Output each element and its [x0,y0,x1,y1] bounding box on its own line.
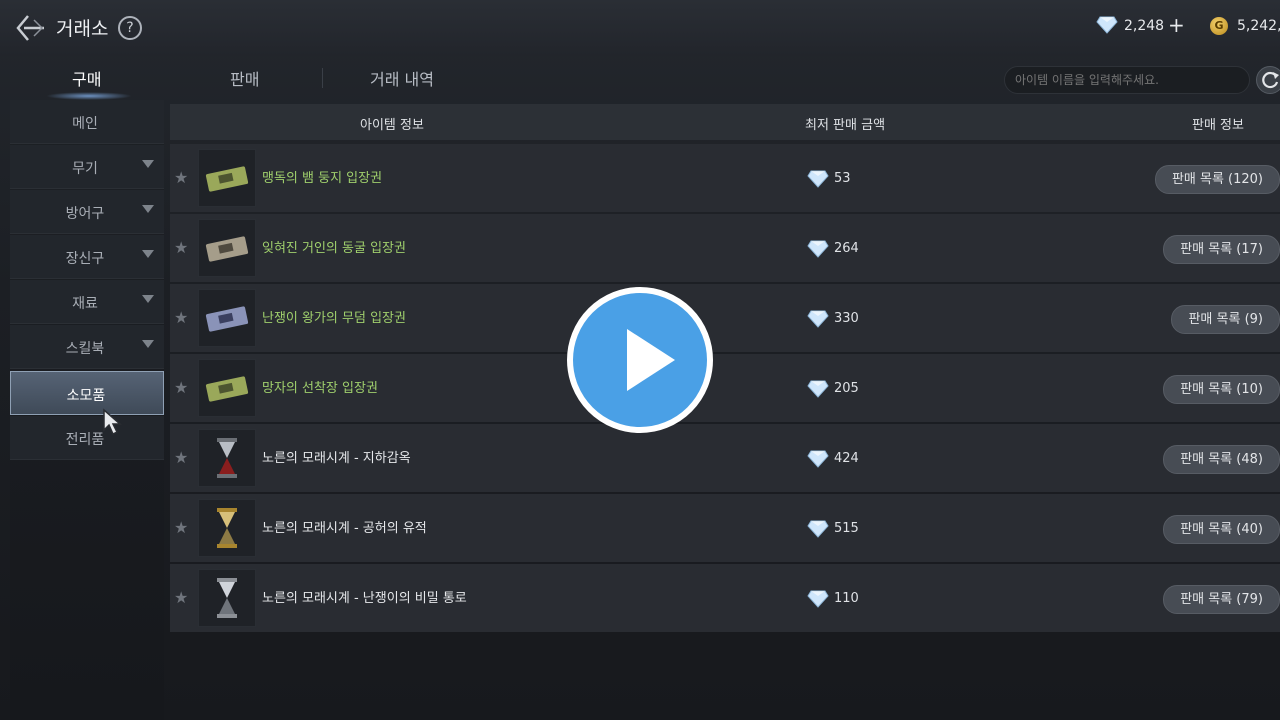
help-icon[interactable]: ? [118,16,142,40]
mouse-cursor-icon [103,408,122,436]
ticket-icon [198,149,256,207]
diamond-icon [807,450,829,468]
favorite-star-icon[interactable]: ★ [174,238,188,257]
item-name: 노른의 모래시계 - 공허의 유적 [262,521,427,536]
favorite-star-icon[interactable]: ★ [174,378,188,397]
item-price: 264 [834,241,859,256]
table-row[interactable]: ★ 노른의 모래시계 - 난쟁이의 비밀 통로 110 판매 목록 (79) [170,564,1280,632]
sidebar-item-label: 재료 [72,296,98,312]
active-tab-indicator [46,92,132,100]
sidebar-item-label: 소모품 [66,388,106,404]
refresh-icon [1262,71,1279,89]
column-header-price: 최저 판매 금액 [805,118,886,133]
sale-list-button[interactable]: 판매 목록 (10) [1163,375,1280,404]
diamond-icon [807,590,829,608]
sale-list-button[interactable]: 판매 목록 (9) [1171,305,1280,334]
sidebar-item-label: 방어구 [65,206,105,222]
hourglass-icon [198,429,256,487]
diamond-amount: 2,248 [1124,18,1165,34]
sidebar-item-consumables[interactable]: 소모품 [10,371,164,415]
tab-history[interactable]: 거래 내역 [370,66,434,90]
favorite-star-icon[interactable]: ★ [174,308,188,327]
item-price: 424 [834,451,859,466]
sidebar-item-main[interactable]: 메인 [10,100,164,144]
tab-buy[interactable]: 구매 [72,66,101,90]
table-row[interactable]: ★ 노른의 모래시계 - 공허의 유적 515 판매 목록 (40) [170,494,1280,562]
table-row[interactable]: ★ 잊혀진 거인의 동굴 입장권 264 판매 목록 (17) [170,214,1280,282]
diamond-icon [807,170,829,188]
table-header: 아이템 정보 최저 판매 금액 판매 정보 [170,104,1280,140]
gold-coin-icon: G [1210,17,1228,35]
item-price: 515 [834,521,859,536]
top-bar: 거래소 ? 2,248 + G 5,242,7 [0,0,1280,56]
chevron-down-icon [142,295,154,303]
diamond-icon [1096,16,1118,34]
sale-list-button[interactable]: 판매 목록 (79) [1163,585,1280,614]
item-name: 맹독의 뱀 둥지 입장권 [262,171,383,186]
item-name: 노른의 모래시계 - 지하감옥 [262,451,411,466]
diamond-icon [807,240,829,258]
sale-list-button[interactable]: 판매 목록 (48) [1163,445,1280,474]
sale-list-button[interactable]: 판매 목록 (40) [1163,515,1280,544]
ticket-icon [198,289,256,347]
favorite-star-icon[interactable]: ★ [174,588,188,607]
favorite-star-icon[interactable]: ★ [174,448,188,467]
column-header-item: 아이템 정보 [360,118,424,133]
tab-sell[interactable]: 판매 [230,66,259,90]
sidebar-item-label: 무기 [72,161,98,177]
table-row[interactable]: ★ 노른의 모래시계 - 지하감옥 424 판매 목록 (48) [170,424,1280,492]
item-name: 난쟁이 왕가의 무덤 입장권 [262,311,406,326]
chevron-down-icon [142,250,154,258]
sidebar-item-label: 메인 [72,116,98,132]
sidebar-item-accessories[interactable]: 장신구 [10,235,164,279]
sidebar-item-label: 장신구 [65,251,105,267]
sidebar-item-skillbooks[interactable]: 스킬북 [10,325,164,369]
chevron-down-icon [142,205,154,213]
ticket-icon [198,359,256,417]
sidebar-item-trophies[interactable]: 전리품 [10,416,164,460]
favorite-star-icon[interactable]: ★ [174,518,188,537]
table-row[interactable]: ★ 망자의 선착장 입장권 205 판매 목록 (10) [170,354,1280,422]
tab-divider [322,68,323,88]
sidebar-item-label: 전리품 [65,432,105,448]
play-button[interactable] [567,287,713,433]
hourglass-icon [198,569,256,627]
chevron-down-icon [142,160,154,168]
back-arrow-icon[interactable] [14,12,48,44]
item-price: 53 [834,171,851,186]
item-price: 110 [834,591,859,606]
hourglass-icon [198,499,256,557]
main-tabs: 구매 판매 거래 내역 [0,56,1000,100]
sidebar-item-armor[interactable]: 방어구 [10,190,164,234]
sidebar-item-weapons[interactable]: 무기 [10,145,164,189]
item-name: 노른의 모래시계 - 난쟁이의 비밀 통로 [262,591,467,606]
item-name: 잊혀진 거인의 동굴 입장권 [262,241,406,256]
search-input[interactable] [1004,66,1250,94]
item-price: 330 [834,311,859,326]
chevron-down-icon [142,340,154,348]
sidebar-item-materials[interactable]: 재료 [10,280,164,324]
gold-amount: 5,242,7 [1237,18,1280,34]
diamond-icon [807,310,829,328]
diamond-icon [807,520,829,538]
category-sidebar: 메인 무기 방어구 장신구 재료 스킬북 소모품 전리품 [10,100,164,720]
table-row[interactable]: ★ 난쟁이 왕가의 무덤 입장권 330 판매 목록 (9) [170,284,1280,352]
sale-list-button[interactable]: 판매 목록 (17) [1163,235,1280,264]
add-diamond-button[interactable]: + [1168,13,1185,37]
sale-list-button[interactable]: 판매 목록 (120) [1154,165,1280,194]
diamond-icon [807,380,829,398]
ticket-icon [198,219,256,277]
item-price: 205 [834,381,859,396]
table-row[interactable]: ★ 맹독의 뱀 둥지 입장권 53 판매 목록 (120) [170,144,1280,212]
page-title: 거래소 [56,18,109,40]
sidebar-item-label: 스킬북 [65,341,105,357]
column-header-sale: 판매 정보 [1192,118,1244,133]
item-name: 망자의 선착장 입장권 [262,381,378,396]
favorite-star-icon[interactable]: ★ [174,168,188,187]
refresh-button[interactable] [1256,66,1280,94]
play-icon [627,329,675,391]
